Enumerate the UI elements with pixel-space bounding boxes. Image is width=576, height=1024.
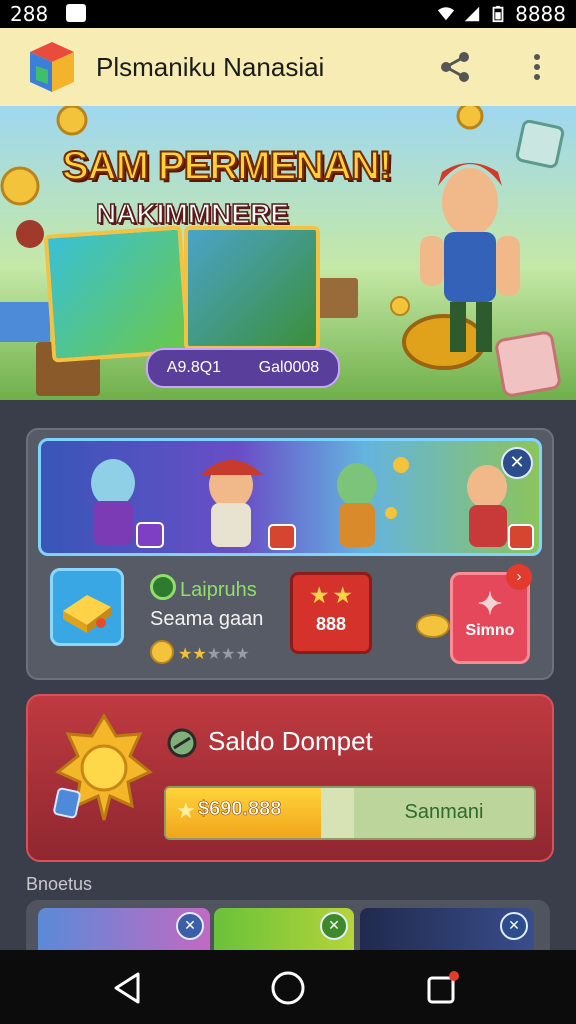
status-icons: 8888 bbox=[437, 2, 566, 26]
close-icon[interactable]: › bbox=[506, 564, 532, 590]
notification-icon bbox=[66, 4, 86, 22]
star-icon: ★ bbox=[178, 646, 193, 663]
app-bar: Plsmaniku Nanasiai bbox=[0, 28, 576, 106]
game-card-panel: ✕ Laipruhs Seama gaan ★★★★★ ★ ★ 888 ✦ Si… bbox=[26, 428, 554, 680]
game-title-text: Laipruhs bbox=[180, 579, 257, 601]
close-icon[interactable]: ✕ bbox=[320, 912, 348, 940]
app-title: Plsmaniku Nanasiai bbox=[96, 52, 325, 82]
close-icon[interactable]: ✕ bbox=[500, 912, 528, 940]
badge-value: 888 bbox=[315, 614, 347, 634]
more-vert-icon[interactable] bbox=[524, 52, 550, 82]
game-app-icon[interactable] bbox=[50, 568, 124, 646]
battery-icon bbox=[492, 5, 504, 23]
game-promo-banner[interactable]: ✕ bbox=[38, 438, 542, 556]
wallet-panel: Saldo Dompet ★ $690.888 Sanmani bbox=[26, 694, 554, 862]
rating-stars: ★★★★★ bbox=[178, 646, 250, 663]
star-icon: ★ ★ bbox=[310, 585, 352, 607]
wallet-icon bbox=[167, 728, 197, 758]
system-nav-bar bbox=[0, 950, 576, 1024]
back-icon[interactable] bbox=[110, 970, 146, 1006]
star-icon: ★ bbox=[206, 646, 222, 663]
coin-icon bbox=[416, 614, 450, 638]
badge-888[interactable]: ★ ★ 888 bbox=[290, 572, 372, 654]
wallet-title: Saldo Dompet bbox=[208, 726, 373, 756]
star-icon: ★ bbox=[221, 646, 236, 663]
share-icon[interactable] bbox=[438, 50, 472, 84]
close-icon[interactable]: ✕ bbox=[176, 912, 204, 940]
section-label: Bnoetus bbox=[26, 874, 93, 894]
app-logo-icon[interactable] bbox=[22, 38, 80, 96]
game-title[interactable]: Laipruhs bbox=[150, 574, 257, 602]
promo-characters-art bbox=[91, 457, 534, 550]
star-icon: ★ bbox=[235, 646, 250, 663]
hero-card-left bbox=[43, 225, 191, 363]
simpan-label: Simno bbox=[465, 622, 515, 639]
status-time: 288 bbox=[10, 2, 49, 26]
hero-pill-left: A9.8Q1 bbox=[166, 359, 222, 376]
close-icon[interactable]: ✕ bbox=[501, 447, 533, 479]
signal-icon bbox=[464, 6, 480, 22]
wallet-amount: $690.888 bbox=[198, 798, 282, 821]
leaf-icon: ✦ bbox=[477, 588, 503, 621]
game-subtitle: Seama gaan bbox=[150, 608, 264, 630]
wallet-balance-bar: ★ $690.888 Sanmani bbox=[164, 786, 536, 840]
cheese-block-icon bbox=[63, 595, 111, 633]
hero-warrior-character bbox=[402, 163, 520, 370]
sanmani-button[interactable]: Sanmani bbox=[354, 788, 534, 838]
hero-banner[interactable]: SAM PERMENAN! NAKIMMNERE A9.8Q1 Gal0008 bbox=[0, 106, 576, 400]
game-title-dot-icon bbox=[150, 574, 176, 600]
status-right-text: 8888 bbox=[515, 2, 566, 26]
status-bar: 288 8888 bbox=[0, 0, 576, 28]
home-icon[interactable] bbox=[270, 970, 306, 1006]
hero-card-right bbox=[184, 226, 320, 350]
star-icon: ★ bbox=[176, 798, 196, 823]
trophy-coin-icon bbox=[53, 713, 153, 821]
recents-icon[interactable] bbox=[424, 970, 460, 1006]
hero-title: SAM PERMENAN! bbox=[61, 143, 393, 189]
wifi-icon bbox=[437, 7, 455, 21]
coin-icon bbox=[150, 640, 174, 664]
star-icon: ★ bbox=[192, 646, 207, 663]
hero-pill-right: Gal0008 bbox=[258, 359, 320, 376]
game-rating: ★★★★★ bbox=[150, 640, 250, 664]
hero-stat-pill: A9.8Q1 Gal0008 bbox=[146, 348, 340, 388]
hero-subtitle: NAKIMMNERE bbox=[95, 197, 289, 230]
